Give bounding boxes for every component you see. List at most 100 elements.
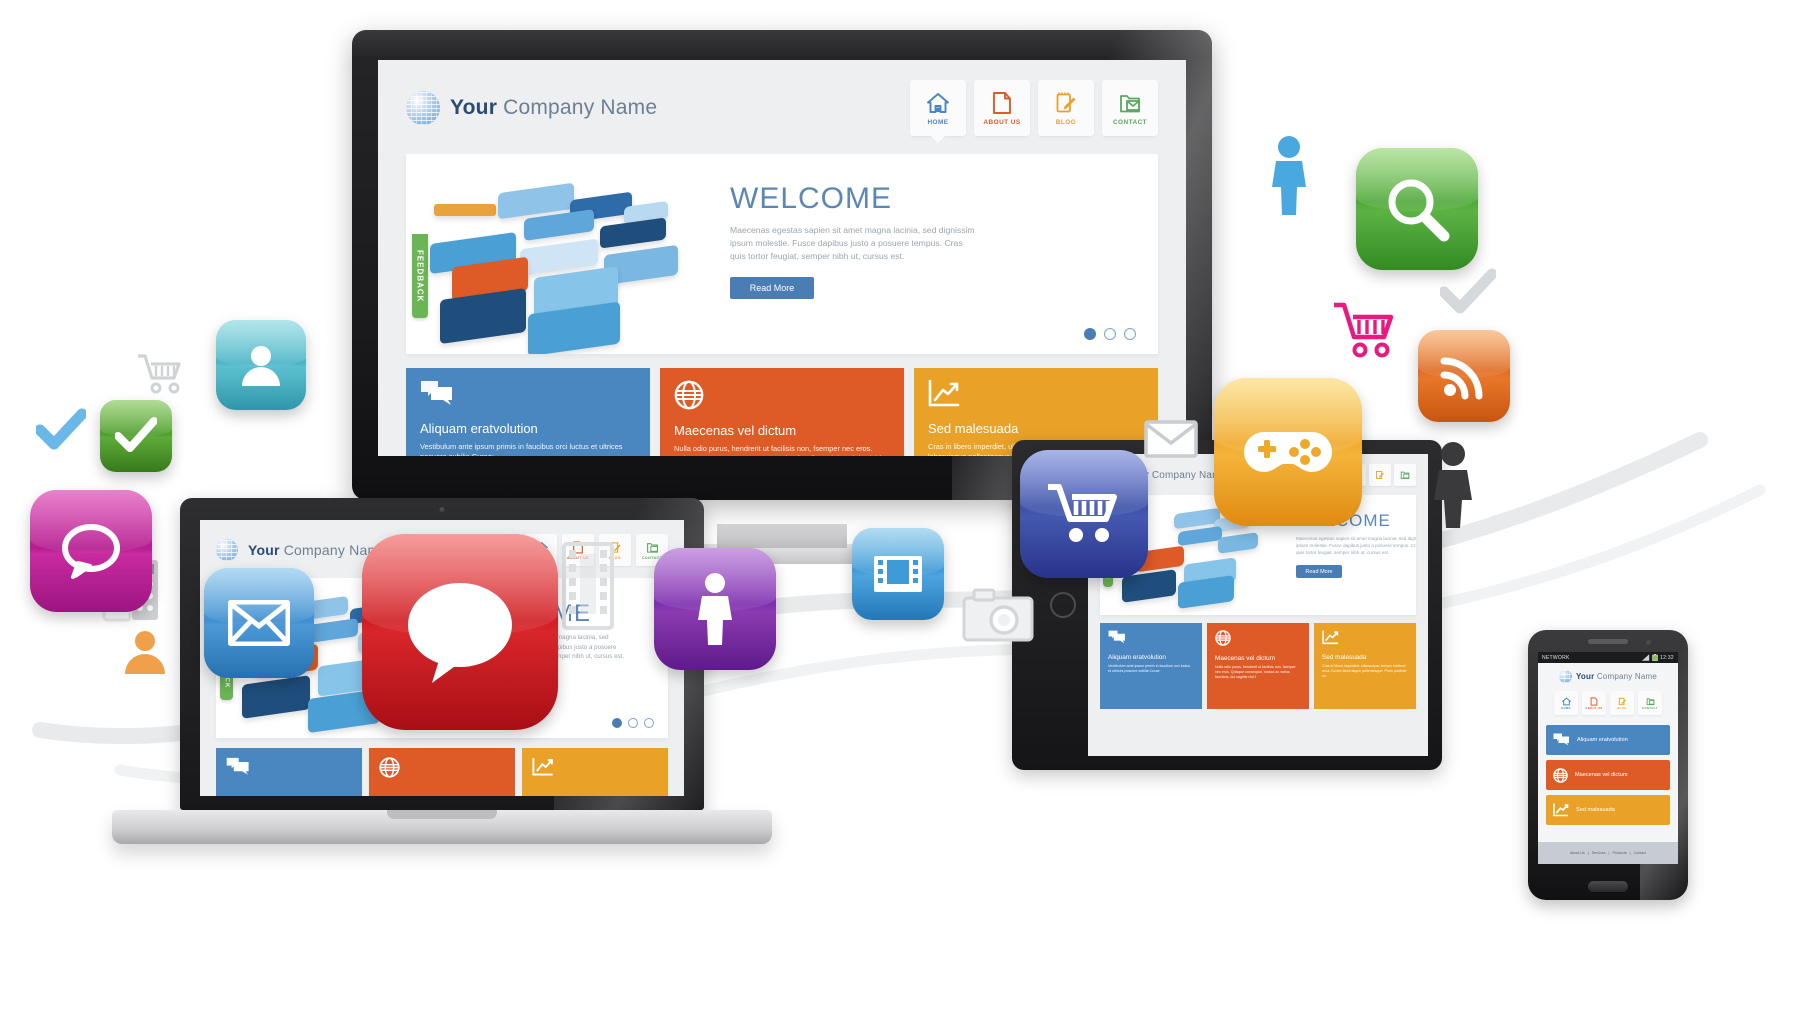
slider-dot-2[interactable] [1104, 328, 1116, 340]
feature-card-3[interactable]: Sed malesuada [1546, 795, 1670, 825]
person-app-icon[interactable] [654, 548, 776, 670]
checkmark-app-icon[interactable] [100, 400, 172, 472]
card-body: Vestibulum ante ipsum primis in faucibus… [420, 442, 623, 456]
site-logo[interactable]: Your Company Name [1546, 670, 1670, 683]
feature-card-2[interactable]: Maecenas vel dictum Nulla odio purus, he… [660, 368, 904, 456]
feature-card-2[interactable] [369, 748, 515, 796]
slider-dot-1[interactable] [612, 718, 622, 728]
battery-icon [1652, 654, 1658, 661]
feature-card-1[interactable] [216, 748, 362, 796]
phone-home-button[interactable] [1588, 881, 1628, 892]
website-desktop: Your Company Name HOME ABOUT US BLOG CON… [378, 60, 1186, 456]
phone-camera [1646, 640, 1651, 645]
signal-bars-icon [1641, 654, 1650, 661]
site-logo[interactable]: Your Company Name [406, 91, 657, 125]
nav-item-contact[interactable]: CONTACT [1638, 691, 1662, 715]
nav-item-blog[interactable]: BLOG [1038, 80, 1094, 136]
nav-item-home[interactable]: HOME [910, 80, 966, 136]
feature-card-3[interactable]: Sed malesuada Cras in libero imperdiet, … [1314, 623, 1416, 709]
check-icon [115, 417, 157, 452]
chat-bubble-app-icon[interactable] [30, 490, 152, 612]
brand-name: Your Company Name [450, 96, 658, 119]
nav-item-blog[interactable]: BLOG [1610, 691, 1634, 715]
card-title: Maecenas vel dictum [674, 423, 797, 438]
check-flat-icon-blue [36, 408, 86, 450]
feature-card-3[interactable] [522, 748, 668, 796]
read-more-button[interactable]: Read More [1296, 565, 1342, 578]
cart-flat-icon-left [138, 354, 181, 394]
slider-dot-3[interactable] [644, 718, 654, 728]
globe-grid-icon [674, 380, 704, 410]
nav-item-about-us[interactable]: ABOUT US [974, 80, 1030, 136]
phone-speaker [1588, 639, 1628, 644]
speech-bubble-icon [408, 583, 512, 683]
mail-folder-icon [1120, 94, 1140, 112]
clock-label: 12:32 [1659, 654, 1674, 661]
cart-flat-icon-pink [1334, 302, 1394, 358]
footer-link-services[interactable]: Services [1592, 851, 1606, 855]
gamepad-icon [1244, 432, 1332, 472]
film-strip-icon [874, 556, 922, 592]
check-flat-icon-white [772, 610, 828, 656]
hero-paragraph: Maecenas egestas sapien sit amet magna l… [730, 225, 975, 261]
chat-bubbles-icon [421, 381, 452, 405]
carrier-label: NETWORK [1542, 654, 1570, 661]
magnifier-icon [1388, 179, 1450, 242]
site-nav: HOME ABOUT US BLOG CONTACT [910, 80, 1158, 136]
person-icon [698, 573, 732, 645]
film-flat-icon [562, 542, 614, 630]
feature-card-1[interactable]: Aliquam eratvolution Vestibulum ante ips… [1100, 623, 1202, 709]
nav-item-home[interactable]: HOME [1554, 691, 1578, 715]
gamepad-app-icon[interactable] [1214, 378, 1362, 526]
nav-label: BLOG [1617, 706, 1627, 710]
footer-link-products[interactable]: Products [1612, 851, 1626, 855]
card-body: Nulla odio purus, hendrerit ut facilisis… [674, 444, 881, 456]
nav-item-contact[interactable] [1394, 464, 1416, 486]
document-icon [1590, 696, 1598, 706]
card-title: Aliquam eratvolution [1577, 737, 1628, 743]
cart-app-icon[interactable] [1020, 450, 1148, 578]
person-dark-icon [1434, 442, 1472, 528]
film-app-icon[interactable] [852, 528, 944, 620]
slider-dot-1[interactable] [1084, 328, 1096, 340]
feature-card-1[interactable]: Aliquam eratvolution [1546, 725, 1670, 755]
search-app-icon[interactable] [1356, 148, 1478, 270]
tablet-home-button[interactable] [1050, 592, 1076, 618]
read-more-button[interactable]: Read More [730, 277, 814, 299]
rss-app-icon[interactable] [1418, 330, 1510, 422]
monitor-screen: Your Company Name HOME ABOUT US BLOG CON… [378, 60, 1186, 456]
nav-item-blog[interactable] [1369, 464, 1391, 486]
slider-dot-2[interactable] [628, 718, 638, 728]
user-flat-icon-blue [1272, 136, 1306, 215]
nav-label: ABOUT US [1585, 706, 1603, 710]
nav-item-about-us[interactable]: ABOUT US [1582, 691, 1606, 715]
user-app-icon[interactable] [216, 320, 306, 410]
card-title: Aliquam eratvolution [1108, 654, 1166, 661]
envelope-app-icon[interactable] [204, 568, 314, 678]
smartphone: NETWORK 12:32 Your Company Name HOME ABO… [1528, 630, 1688, 900]
card-body: Vestibulum ante ipsum primis in faucibus… [1108, 664, 1191, 673]
speech-bubble-app-icon[interactable] [362, 534, 558, 730]
globe-icon [1558, 670, 1572, 683]
site-logo[interactable]: Your Company Name [216, 539, 387, 561]
nav-label: HOME [1561, 706, 1571, 710]
card-title: Sed malesuada [928, 421, 1019, 436]
feature-card-1[interactable]: Aliquam eratvolution Vestibulum ante ips… [406, 368, 650, 456]
footer-separator: | [1608, 851, 1610, 855]
slider-dot-3[interactable] [1124, 328, 1136, 340]
feature-card-2[interactable]: Maecenas vel dictum [1546, 760, 1670, 790]
footer-link-about-us[interactable]: About Us [1570, 851, 1585, 855]
rss-icon [1440, 357, 1483, 400]
globe-icon [406, 91, 440, 125]
mosaic-tile [242, 675, 310, 719]
card-body: Nulla odio purus, hendrerit ut facilisis… [1215, 665, 1296, 679]
globe-grid-icon [379, 757, 400, 778]
footer-link-contact[interactable]: Contact [1634, 851, 1646, 855]
nav-label: CONTACT [1112, 118, 1148, 126]
nav-item-contact[interactable]: CONTACT [1102, 80, 1158, 136]
feature-card-2[interactable]: Maecenas vel dictum Nulla odio purus, he… [1207, 623, 1309, 709]
feature-cards: Aliquam eratvolution Vestibulum ante ips… [1100, 623, 1416, 709]
card-title: Maecenas vel dictum [1575, 772, 1628, 778]
nav-label: HOME [927, 118, 949, 126]
hero-heading: WELCOME [730, 182, 893, 215]
